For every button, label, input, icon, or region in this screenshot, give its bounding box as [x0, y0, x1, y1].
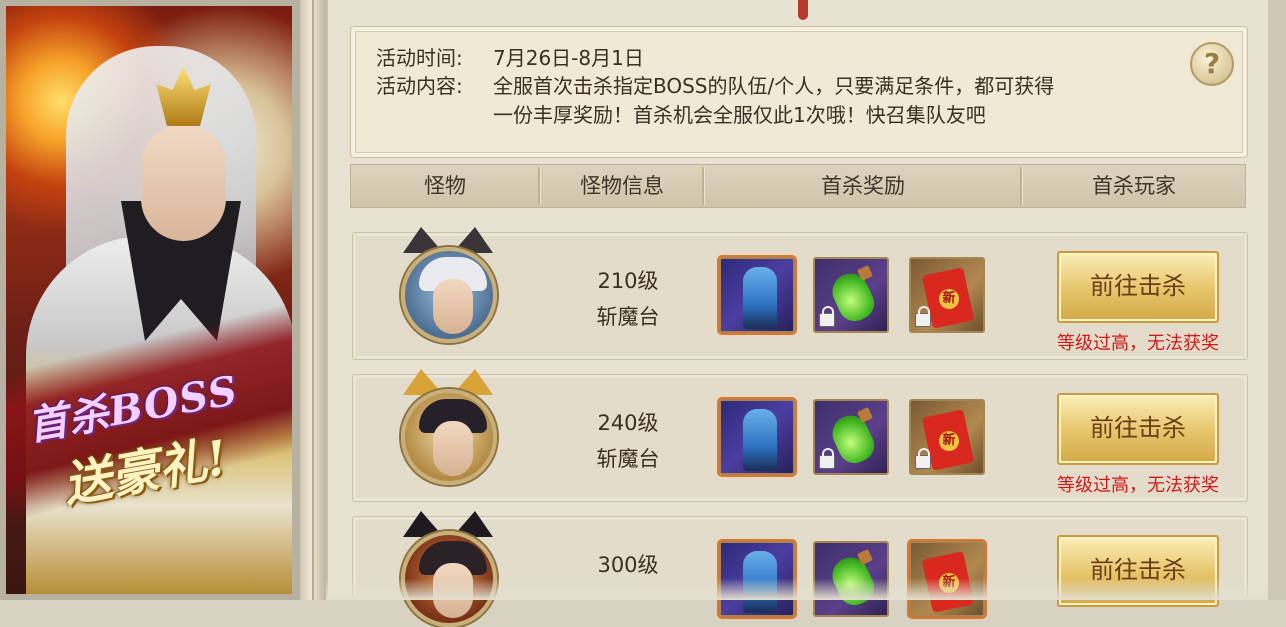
table-row: 210级 斩魔台 新 前往击杀 等级过高，无法获奖	[352, 227, 1248, 360]
monster-location: 斩魔台	[596, 305, 660, 329]
header-first-kill-reward: 首杀奖励	[821, 174, 905, 198]
monster-level: 210级	[597, 269, 659, 293]
table-row: 240级 斩魔台 新 前往击杀 等级过高，无法获奖	[352, 369, 1248, 502]
green-potion-icon[interactable]	[813, 257, 889, 333]
monster-info: 240级 斩魔台	[583, 405, 673, 477]
level-warning: 等级过高，无法获奖	[1057, 475, 1219, 496]
monster-portrait	[401, 247, 497, 343]
activity-content-label: 活动内容:	[376, 74, 463, 98]
header-first-kill-player: 首杀玩家	[1092, 174, 1176, 198]
warrior-fashion-icon[interactable]	[719, 257, 795, 333]
activity-content-line2: 一份丰厚奖励！首杀机会全服仅此1次哦！快召集队友吧	[493, 103, 986, 127]
pin-decoration	[798, 0, 808, 20]
hero-artwork	[6, 6, 292, 594]
scroll-fade	[326, 578, 1268, 600]
monster-level: 240级	[597, 411, 659, 435]
go-kill-button[interactable]: 前往击杀	[1057, 251, 1219, 323]
header-monster: 怪物	[424, 174, 466, 198]
table-header: 怪物 怪物信息 首杀奖励 首杀玩家	[350, 164, 1246, 208]
warrior-fashion-icon[interactable]	[719, 399, 795, 475]
hero-face	[141, 126, 226, 241]
header-monster-info: 怪物信息	[580, 174, 664, 198]
activity-time-label: 活动时间:	[376, 46, 463, 70]
go-kill-button[interactable]: 前往击杀	[1057, 393, 1219, 465]
lock-icon	[819, 306, 835, 327]
monster-portrait	[401, 389, 497, 485]
help-button[interactable]: ?	[1190, 42, 1234, 86]
red-envelope-icon[interactable]: 新	[909, 399, 985, 475]
lock-icon	[915, 306, 931, 327]
panel-edge	[1268, 0, 1286, 600]
lock-icon	[819, 448, 835, 469]
panel-divider	[300, 0, 326, 600]
monster-location: 斩魔台	[596, 447, 660, 471]
level-warning: 等级过高，无法获奖	[1057, 333, 1219, 354]
green-potion-icon[interactable]	[813, 399, 889, 475]
monster-info: 210级 斩魔台	[583, 263, 673, 335]
activity-time-value: 7月26日-8月1日	[493, 46, 644, 70]
lock-icon	[915, 448, 931, 469]
event-banner: 首杀BOSS 送豪礼!	[0, 0, 300, 600]
red-envelope-icon[interactable]: 新	[909, 257, 985, 333]
question-icon: ?	[1203, 47, 1221, 80]
activity-content-line1: 全服首次击杀指定BOSS的队伍/个人，只要满足条件，都可获得	[493, 74, 1055, 98]
